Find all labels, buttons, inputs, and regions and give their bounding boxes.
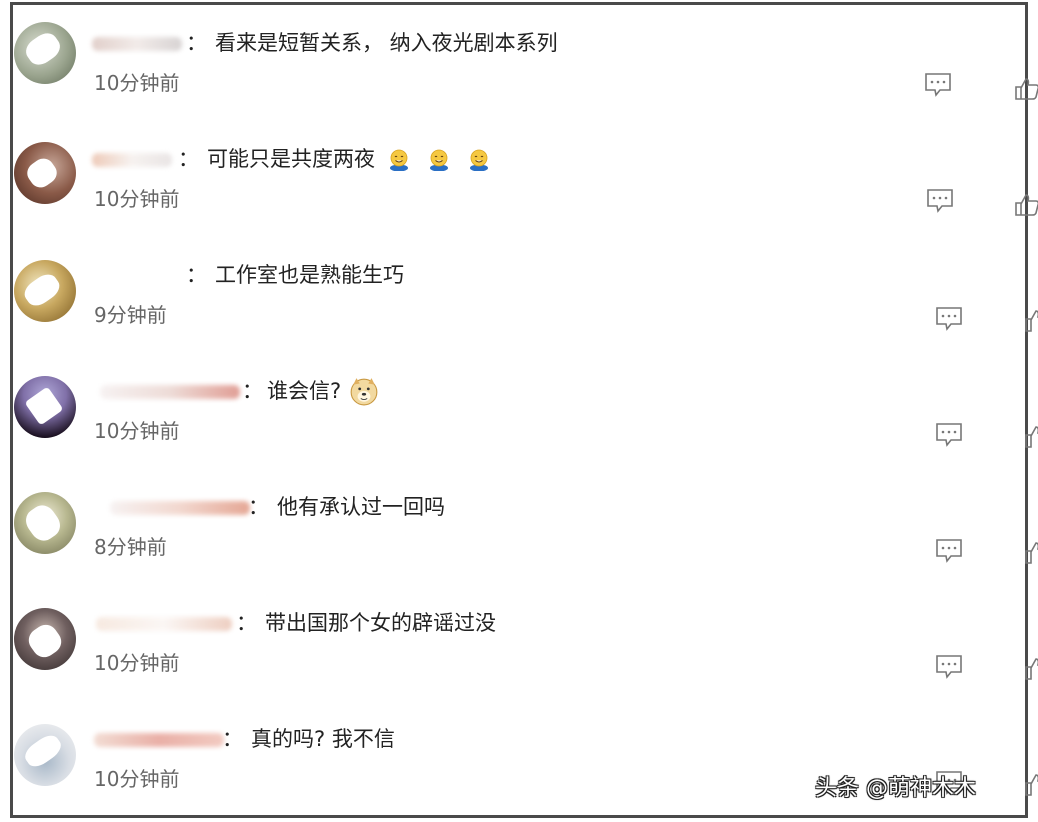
- name-colon: ：: [186, 263, 207, 287]
- comment-text-line: ： 看来是短暂关系， 纳入夜光剧本系列: [186, 28, 558, 58]
- comment-item: ： 他有承认过一回吗 8分钟前: [0, 464, 1038, 580]
- comment-text-line: ： 谁会信?: [242, 376, 379, 406]
- comment-item: ： 看来是短暂关系， 纳入夜光剧本系列 10分钟前: [0, 0, 1038, 116]
- comment-time: 8分钟前: [94, 535, 167, 559]
- comment-text-line: ： 真的吗? 我不信: [222, 724, 395, 754]
- smile-emoji: [470, 149, 488, 171]
- name-colon: ：: [186, 31, 207, 55]
- watermark-text: 头条 @萌神木木: [815, 776, 976, 801]
- comment-reply-icon[interactable]: [935, 654, 963, 680]
- comment-reply-icon[interactable]: [926, 188, 954, 214]
- comment-time: 10分钟前: [94, 419, 180, 443]
- username-blurred[interactable]: [96, 617, 232, 631]
- comment-time: 10分钟前: [94, 187, 180, 211]
- comment-time: 10分钟前: [94, 767, 180, 791]
- user-avatar[interactable]: [14, 492, 76, 554]
- comment-text: 看来是短暂关系， 纳入夜光剧本系列: [215, 31, 558, 55]
- username-blurred[interactable]: [110, 501, 250, 515]
- thumbs-up-icon[interactable]: [1024, 540, 1038, 566]
- username-blurred[interactable]: [94, 733, 224, 747]
- comment-text-line: ： 可能只是共度两夜: [178, 144, 491, 174]
- user-avatar[interactable]: [14, 260, 76, 322]
- comment-text: 工作室也是熟能生巧: [215, 263, 404, 287]
- smile-emoji: [390, 149, 408, 171]
- comment-item: ： 带出国那个女的辟谣过没 10分钟前: [0, 580, 1038, 696]
- comment-text: 带出国那个女的辟谣过没: [265, 611, 496, 635]
- name-colon: ：: [242, 379, 263, 403]
- thumbs-up-icon[interactable]: [1014, 192, 1038, 218]
- smile-emoji: [430, 149, 448, 171]
- comment-item: ： 谁会信? 10分钟前: [0, 348, 1038, 464]
- comment-item: ： 工作室也是熟能生巧 9分钟前: [0, 232, 1038, 348]
- name-colon: ：: [236, 611, 257, 635]
- comment-reply-icon[interactable]: [935, 538, 963, 564]
- comment-text: 真的吗? 我不信: [251, 727, 395, 751]
- thumbs-up-icon[interactable]: [1024, 772, 1038, 798]
- name-colon: ：: [248, 495, 269, 519]
- comment-time: 10分钟前: [94, 651, 180, 675]
- user-avatar[interactable]: [14, 608, 76, 670]
- comment-text: 可能只是共度两夜: [207, 147, 375, 171]
- comment-time: 10分钟前: [94, 71, 180, 95]
- comment-reply-icon[interactable]: [935, 306, 963, 332]
- username-blurred[interactable]: [92, 37, 182, 51]
- name-colon: ：: [178, 147, 199, 171]
- comment-reply-icon[interactable]: [924, 72, 952, 98]
- comment-text: 他有承认过一回吗: [277, 495, 445, 519]
- comment-text-line: ： 工作室也是熟能生巧: [186, 260, 404, 290]
- thumbs-up-icon[interactable]: [1024, 656, 1038, 682]
- comment-text: 谁会信?: [267, 379, 342, 403]
- thumbs-up-icon[interactable]: [1014, 76, 1038, 102]
- comment-reply-icon[interactable]: [935, 422, 963, 448]
- name-colon: ：: [222, 727, 243, 751]
- user-avatar[interactable]: [14, 724, 76, 786]
- username-blurred[interactable]: [100, 385, 240, 399]
- user-avatar[interactable]: [14, 376, 76, 438]
- comment-text-line: ： 带出国那个女的辟谣过没: [236, 608, 496, 638]
- doge-emoji: [350, 378, 378, 406]
- user-avatar[interactable]: [14, 22, 76, 84]
- thumbs-up-icon[interactable]: [1024, 308, 1038, 334]
- thumbs-up-icon[interactable]: [1024, 424, 1038, 450]
- comment-item: ： 可能只是共度两夜 10分钟前: [0, 116, 1038, 232]
- user-avatar[interactable]: [14, 142, 76, 204]
- username-blurred[interactable]: [92, 153, 172, 167]
- comment-text-line: ： 他有承认过一回吗: [248, 492, 445, 522]
- comment-time: 9分钟前: [94, 303, 167, 327]
